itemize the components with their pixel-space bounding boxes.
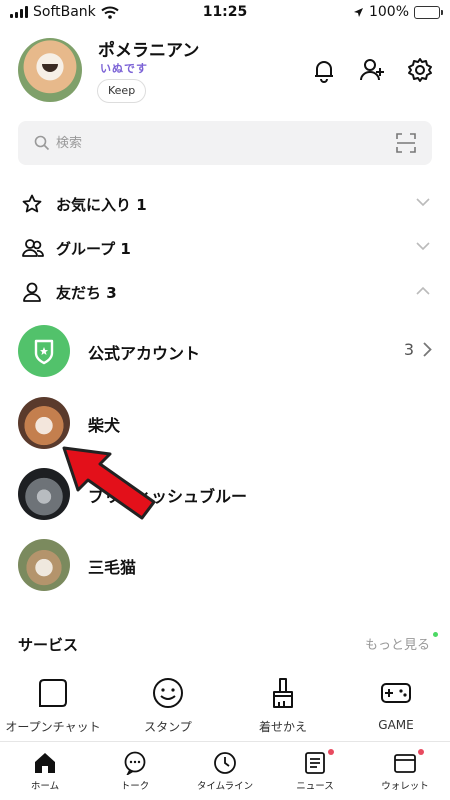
- friend-name: 三毛猫: [88, 558, 137, 577]
- chevron-up-icon: [416, 286, 430, 295]
- tab-label: ウォレット: [381, 781, 429, 792]
- new-badge: [433, 632, 438, 637]
- tab-wallet[interactable]: ウォレット: [360, 742, 450, 800]
- groups-label: グループ 1: [56, 240, 131, 258]
- services-title: サービス: [18, 636, 79, 654]
- bottom-nav: ホーム トーク タイムライン ニュース ウォレット: [0, 741, 450, 800]
- keep-button[interactable]: Keep: [97, 79, 147, 103]
- profile-header: ポメラニアン いぬです Keep: [0, 30, 450, 120]
- service-game[interactable]: GAME: [346, 676, 446, 732]
- chevron-down-icon: [416, 242, 430, 251]
- wallet-notification-dot: [418, 749, 424, 755]
- sticker-icon: [153, 678, 183, 708]
- groups-row[interactable]: グループ 1: [0, 226, 450, 270]
- search-input[interactable]: [56, 131, 376, 155]
- status-bar: SoftBank 11:25 100%: [0, 0, 450, 26]
- tab-home[interactable]: ホーム: [0, 742, 90, 800]
- gear-icon[interactable]: [406, 56, 434, 84]
- service-open-chat[interactable]: オープンチャット: [3, 676, 103, 734]
- news-icon: [305, 752, 325, 774]
- friend-item[interactable]: 三毛猫: [0, 534, 450, 598]
- profile-avatar[interactable]: [18, 38, 82, 102]
- shield-icon: [34, 339, 54, 365]
- tab-label: トーク: [120, 781, 150, 792]
- wallet-icon: [394, 754, 416, 773]
- home-icon: [35, 753, 55, 773]
- service-label: 着せかえ: [258, 720, 307, 734]
- pointer-arrow: [62, 446, 156, 520]
- friends-label: 友だち 3: [56, 284, 117, 302]
- favorites-label: お気に入り 1: [56, 196, 147, 214]
- battery-percent: 100%: [368, 4, 409, 20]
- tab-label: タイムライン: [196, 781, 254, 792]
- location-icon: [353, 7, 363, 17]
- add-friend-icon[interactable]: [358, 56, 386, 84]
- service-label: スタンプ: [144, 720, 192, 734]
- tab-news[interactable]: ニュース: [270, 742, 360, 800]
- profile-name[interactable]: ポメラニアン: [98, 36, 199, 61]
- group-icon: [22, 239, 44, 257]
- chevron-down-icon: [416, 198, 430, 207]
- star-icon: [22, 194, 42, 213]
- service-stickers[interactable]: スタンプ: [118, 676, 218, 735]
- profile-status-message: いぬです: [100, 62, 148, 75]
- person-icon: [23, 282, 41, 302]
- favorites-row[interactable]: お気に入り 1: [0, 182, 450, 226]
- see-more-link[interactable]: もっと見る: [365, 634, 430, 653]
- tab-label: ニュース: [296, 781, 334, 792]
- tab-chats[interactable]: トーク: [90, 742, 180, 800]
- friend-name: 公式アカウント: [88, 344, 201, 363]
- tab-timeline[interactable]: タイムライン: [180, 742, 270, 800]
- news-notification-dot: [328, 749, 334, 755]
- chevron-right-icon: [423, 342, 432, 357]
- battery-icon: [414, 5, 443, 19]
- service-themes[interactable]: 着せかえ: [233, 676, 333, 735]
- clock-icon: [214, 752, 236, 774]
- tab-label: ホーム: [30, 781, 60, 792]
- official-count: 3: [403, 340, 414, 359]
- service-label: オープンチャット: [5, 720, 101, 734]
- theme-icon: [273, 678, 293, 708]
- chat-icon: [124, 751, 146, 775]
- search-icon: [34, 135, 50, 151]
- open-chat-icon: [39, 679, 67, 707]
- friend-name: 柴犬: [88, 416, 121, 435]
- search-bar[interactable]: [18, 121, 432, 165]
- service-label: GAME: [378, 718, 414, 732]
- bell-icon[interactable]: [310, 56, 338, 84]
- official-account-avatar: [18, 325, 70, 377]
- friends-row[interactable]: 友だち 3: [0, 270, 450, 314]
- friend-avatar: [18, 539, 70, 591]
- official-accounts-item[interactable]: 公式アカウント 3: [0, 320, 450, 384]
- game-icon: [381, 683, 411, 703]
- qr-scan-icon[interactable]: [396, 133, 416, 153]
